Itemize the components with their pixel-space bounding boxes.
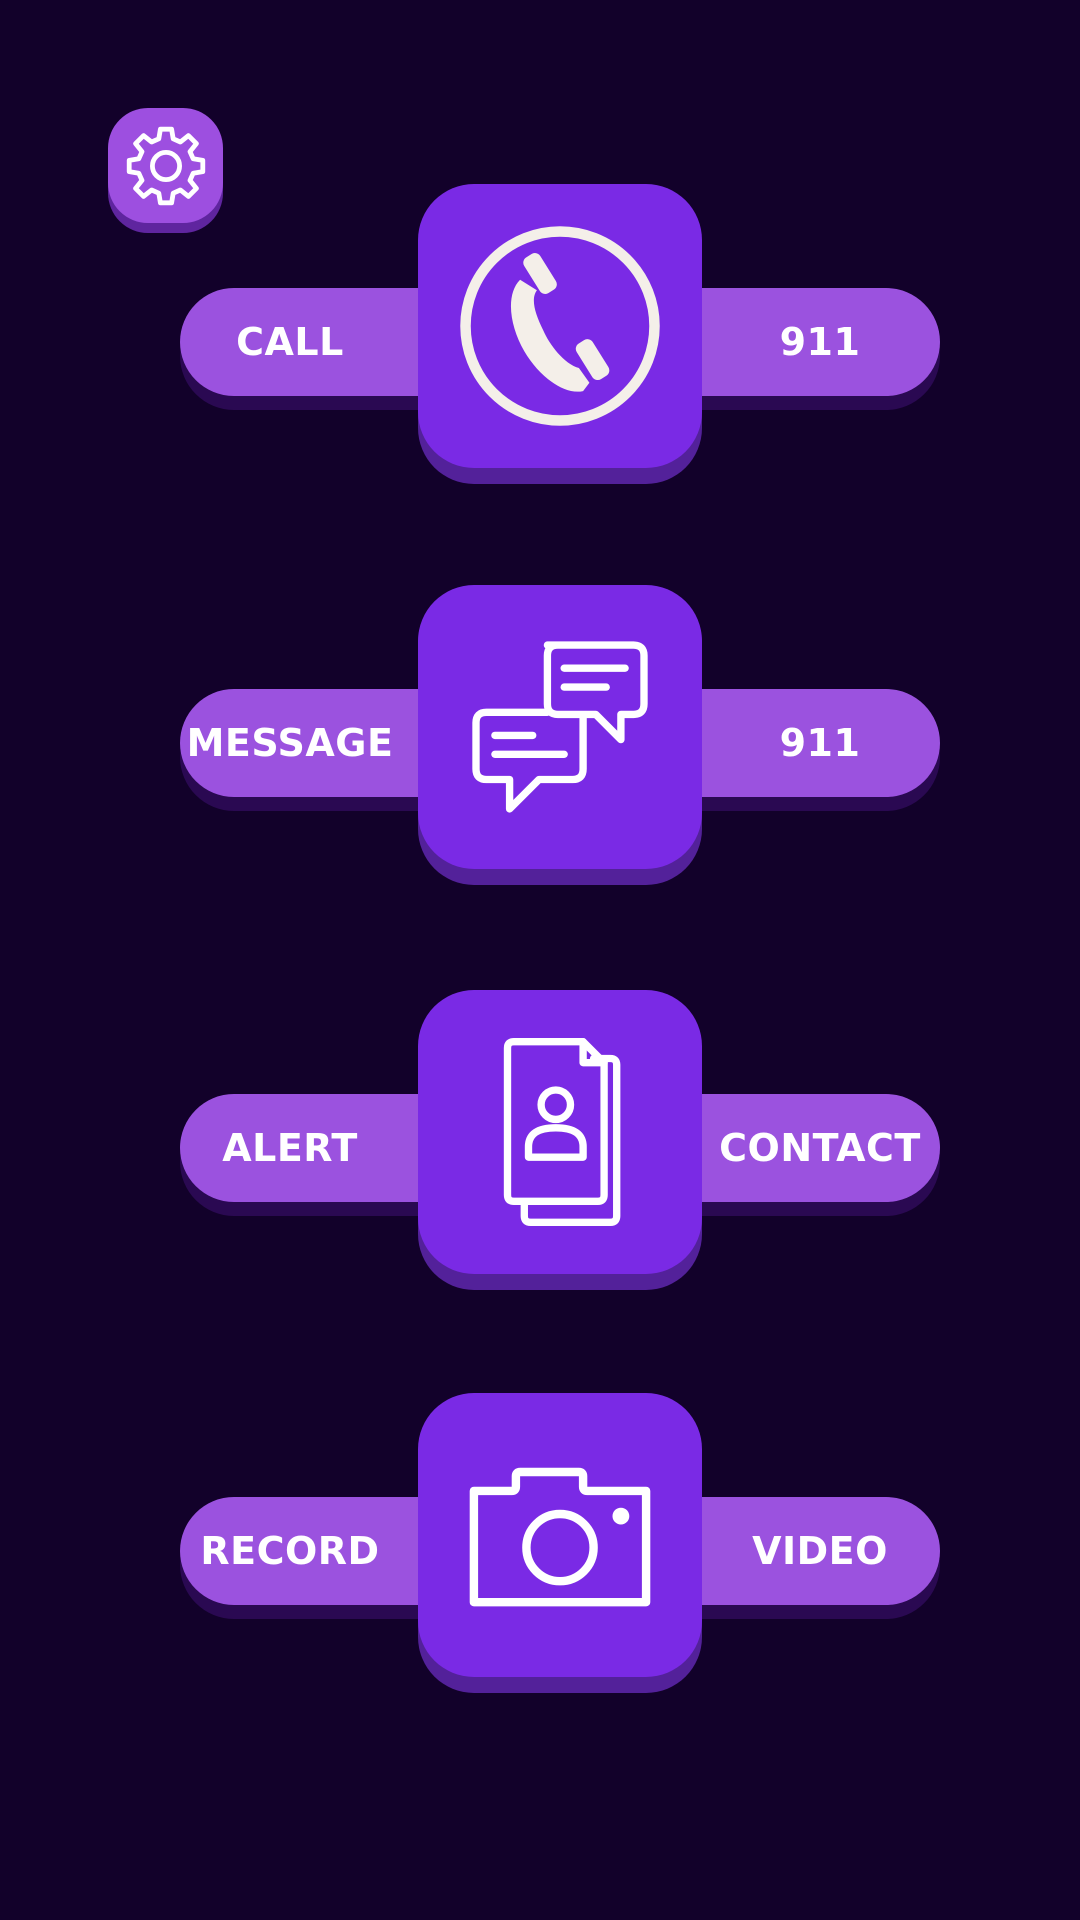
phone-icon [460, 226, 660, 426]
call-number-label: 911 [779, 320, 861, 364]
message-911-row: MESSAGE 911 [0, 585, 1080, 885]
alert-button[interactable]: ALERT [180, 1094, 440, 1202]
call-911-number-button[interactable]: 911 [660, 288, 940, 396]
message-tile-button[interactable] [418, 585, 702, 869]
record-video-tile-button[interactable] [418, 1393, 702, 1677]
alert-contact-row: ALERT CONTACT [0, 990, 1080, 1290]
message-911-number-button[interactable]: 911 [660, 689, 940, 797]
call-label: CALL [236, 320, 344, 364]
video-button[interactable]: VIDEO [660, 1497, 940, 1605]
message-button[interactable]: MESSAGE [180, 689, 440, 797]
video-label: VIDEO [752, 1529, 888, 1573]
alert-contact-tile-button[interactable] [418, 990, 702, 1274]
chat-bubbles-icon [472, 641, 648, 813]
record-button[interactable]: RECORD [180, 1497, 440, 1605]
emergency-app-screen: CALL 911 MESSAGE 911 ALERT CONTACT RECOR… [0, 0, 1080, 1920]
contact-card-icon [503, 1038, 621, 1226]
call-button[interactable]: CALL [180, 288, 440, 396]
camera-icon [469, 1467, 651, 1607]
record-video-row: RECORD VIDEO [0, 1393, 1080, 1693]
message-label: MESSAGE [186, 721, 394, 765]
contact-label: CONTACT [719, 1126, 921, 1170]
call-911-row: CALL 911 [0, 184, 1080, 484]
record-label: RECORD [200, 1529, 380, 1573]
call-tile-button[interactable] [418, 184, 702, 468]
message-number-label: 911 [779, 721, 861, 765]
contact-button[interactable]: CONTACT [660, 1094, 940, 1202]
alert-label: ALERT [222, 1126, 358, 1170]
